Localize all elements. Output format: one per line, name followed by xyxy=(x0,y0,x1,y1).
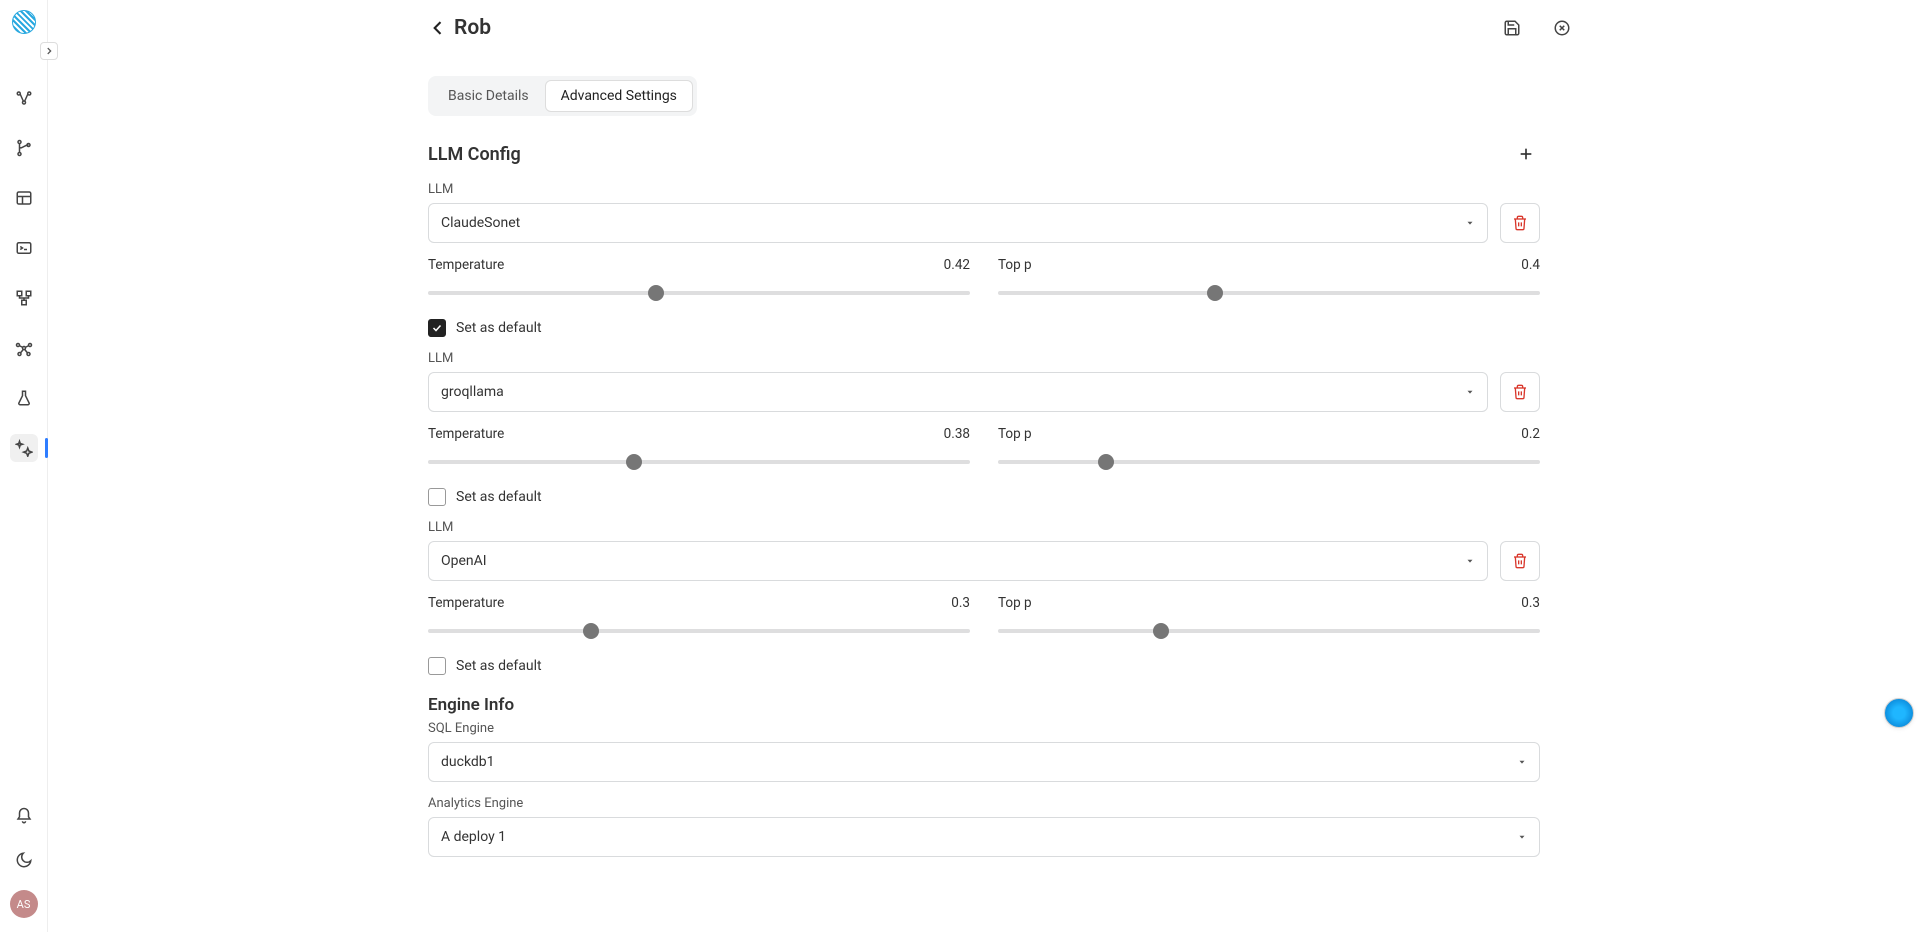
sidebar-bottom: AS xyxy=(10,802,38,918)
llm-config-block: LLM OpenAI Temperature 0.3 xyxy=(428,520,1540,675)
llm-label: LLM xyxy=(428,182,1540,197)
sidebar-item-sparkle[interactable] xyxy=(10,434,38,462)
sidebar-item-cluster[interactable] xyxy=(10,84,38,112)
caret-down-icon xyxy=(1465,387,1475,397)
moon-icon xyxy=(15,851,33,869)
llm-select-value: groqllama xyxy=(441,384,504,400)
llm-config-block: LLM ClaudeSonet Temperature 0.42 xyxy=(428,182,1540,337)
topp-slider[interactable] xyxy=(998,454,1540,470)
sidebar-item-layout[interactable] xyxy=(10,184,38,212)
close-button[interactable] xyxy=(1548,14,1576,42)
plus-icon xyxy=(1518,146,1534,162)
trash-icon xyxy=(1512,215,1528,231)
temperature-slider[interactable] xyxy=(428,454,970,470)
trash-icon xyxy=(1512,553,1528,569)
topbar: Rob xyxy=(48,0,1920,56)
sparkle-icon xyxy=(15,439,33,457)
save-icon xyxy=(1503,19,1521,37)
sidebar-item-theme[interactable] xyxy=(10,846,38,874)
sidebar-item-notifications[interactable] xyxy=(10,802,38,830)
topp-label: Top p xyxy=(998,257,1032,273)
sidebar-nav xyxy=(10,84,38,462)
llm-label: LLM xyxy=(428,520,1540,535)
sidebar-item-terminal[interactable] xyxy=(10,234,38,262)
llm-select[interactable]: OpenAI xyxy=(428,541,1488,581)
llm-config-block: LLM groqllama Temperature 0.38 xyxy=(428,351,1540,506)
sidebar-item-schema[interactable] xyxy=(10,284,38,312)
page-title: Rob xyxy=(454,16,491,40)
help-floating-button[interactable] xyxy=(1884,698,1914,728)
tab-advanced-settings[interactable]: Advanced Settings xyxy=(545,80,693,112)
save-button[interactable] xyxy=(1498,14,1526,42)
close-circle-icon xyxy=(1553,19,1571,37)
sidebar-item-branch[interactable] xyxy=(10,134,38,162)
delete-llm-button[interactable] xyxy=(1500,203,1540,243)
schema-icon xyxy=(15,289,33,307)
temperature-label: Temperature xyxy=(428,595,504,611)
sidebar-item-graph[interactable] xyxy=(10,334,38,362)
topp-value: 0.2 xyxy=(1521,426,1540,442)
temperature-value: 0.38 xyxy=(944,426,970,442)
set-default-label: Set as default xyxy=(456,658,542,674)
engine-info-title: Engine Info xyxy=(428,695,1540,715)
topp-label: Top p xyxy=(998,426,1032,442)
set-default-checkbox[interactable] xyxy=(428,488,446,506)
set-default-label: Set as default xyxy=(456,489,542,505)
tabs: Basic Details Advanced Settings xyxy=(428,76,697,116)
analytics-engine-select[interactable]: A deploy 1 xyxy=(428,817,1540,857)
sql-engine-select[interactable]: duckdb1 xyxy=(428,742,1540,782)
llm-label: LLM xyxy=(428,351,1540,366)
analytics-engine-value: A deploy 1 xyxy=(441,829,506,845)
delete-llm-button[interactable] xyxy=(1500,541,1540,581)
temperature-value: 0.42 xyxy=(944,257,970,273)
topp-label: Top p xyxy=(998,595,1032,611)
topp-slider[interactable] xyxy=(998,285,1540,301)
llm-select-value: OpenAI xyxy=(441,553,487,569)
user-avatar[interactable]: AS xyxy=(10,890,38,918)
add-llm-button[interactable] xyxy=(1512,140,1540,168)
chevron-left-icon xyxy=(428,18,448,38)
sidebar-item-experiment[interactable] xyxy=(10,384,38,412)
llm-select-value: ClaudeSonet xyxy=(441,215,520,231)
topp-value: 0.3 xyxy=(1521,595,1540,611)
topp-value: 0.4 xyxy=(1521,257,1540,273)
chevron-right-icon xyxy=(44,46,54,56)
trash-icon xyxy=(1512,384,1528,400)
llm-select[interactable]: ClaudeSonet xyxy=(428,203,1488,243)
layout-icon xyxy=(15,189,33,207)
temperature-slider[interactable] xyxy=(428,623,970,639)
main-content: Rob Basic Details Advanced Settings LLM … xyxy=(48,0,1920,932)
sidebar-expand-button[interactable] xyxy=(40,42,58,60)
sql-engine-label: SQL Engine xyxy=(428,721,1540,736)
temperature-label: Temperature xyxy=(428,257,504,273)
temperature-label: Temperature xyxy=(428,426,504,442)
temperature-value: 0.3 xyxy=(951,595,970,611)
sidebar: AS xyxy=(0,0,48,932)
caret-down-icon xyxy=(1465,556,1475,566)
caret-down-icon xyxy=(1465,218,1475,228)
sql-engine-value: duckdb1 xyxy=(441,754,495,770)
topp-slider[interactable] xyxy=(998,623,1540,639)
caret-down-icon xyxy=(1517,832,1527,842)
tab-basic-details[interactable]: Basic Details xyxy=(432,80,545,112)
terminal-icon xyxy=(15,239,33,257)
llm-select[interactable]: groqllama xyxy=(428,372,1488,412)
delete-llm-button[interactable] xyxy=(1500,372,1540,412)
llm-config-header: LLM Config xyxy=(428,140,1540,168)
llm-config-title: LLM Config xyxy=(428,144,521,165)
bell-icon xyxy=(15,807,33,825)
branch-icon xyxy=(15,139,33,157)
graph-icon xyxy=(15,339,33,357)
caret-down-icon xyxy=(1517,757,1527,767)
app-logo[interactable] xyxy=(12,10,36,34)
flask-icon xyxy=(15,389,33,407)
back-button[interactable] xyxy=(428,18,454,38)
set-default-checkbox[interactable] xyxy=(428,319,446,337)
set-default-label: Set as default xyxy=(456,320,542,336)
set-default-checkbox[interactable] xyxy=(428,657,446,675)
analytics-engine-label: Analytics Engine xyxy=(428,796,1540,811)
cluster-icon xyxy=(15,89,33,107)
temperature-slider[interactable] xyxy=(428,285,970,301)
